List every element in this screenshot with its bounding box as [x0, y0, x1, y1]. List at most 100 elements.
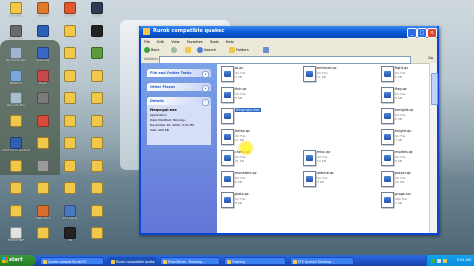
- desktop-icon-label: 3D: [94, 35, 100, 40]
- desktop-icon[interactable]: Firefox: [58, 2, 82, 22]
- desktop-icon[interactable]: [85, 92, 109, 112]
- chevron-up-icon[interactable]: ^: [202, 98, 209, 106]
- desktop-icon[interactable]: [85, 204, 109, 225]
- desktop-icon[interactable]: [31, 114, 55, 135]
- scroll-thumb[interactable]: [431, 73, 438, 105]
- file-item[interactable]: oldone.qc QC File 6 KB: [303, 170, 348, 190]
- forward-button[interactable]: [171, 46, 178, 54]
- desktop-icon[interactable]: shortcut to audacity.exe: [2, 137, 30, 157]
- tray-network-icon[interactable]: [431, 258, 435, 263]
- desktop-icon[interactable]: [85, 69, 109, 90]
- desktop-icon[interactable]: [31, 24, 55, 45]
- desktop-icon[interactable]: Audacity: [31, 47, 55, 67]
- file-item[interactable]: plats.qc QC File 8 KB: [221, 191, 266, 211]
- desktop-icon[interactable]: My Docs: [4, 2, 28, 22]
- desktop-icon[interactable]: [58, 159, 82, 180]
- desktop-icon[interactable]: [4, 182, 28, 202]
- file-item[interactable]: player.qc QC File 19 KB: [381, 170, 426, 190]
- file-item[interactable]: enforcer.qc QC File 11 KB: [303, 65, 348, 85]
- app-icon: [91, 159, 103, 172]
- tray-app-icon[interactable]: [443, 258, 447, 263]
- up-folder-button[interactable]: [185, 46, 192, 54]
- file-item[interactable]: misc.qc QC File 13 KB: [303, 149, 348, 169]
- menu-edit[interactable]: Edit: [154, 38, 167, 45]
- file-item[interactable]: flag.qc QC File 6 KB: [381, 86, 426, 106]
- taskbar-item-label: Rurok compatible quakec: [116, 259, 156, 264]
- section-header[interactable]: Details ^: [147, 97, 211, 106]
- desktop-icon[interactable]: [85, 137, 109, 157]
- start-button[interactable]: start: [0, 255, 36, 266]
- desktop-icon[interactable]: [85, 159, 109, 180]
- desktop-icon[interactable]: [58, 137, 82, 157]
- section-header[interactable]: Other Places v: [147, 83, 211, 92]
- desktop-icon[interactable]: [85, 47, 109, 67]
- menu-tools[interactable]: Tools: [207, 38, 222, 45]
- file-item[interactable]: monsters.qc QC File 6 KB: [221, 170, 266, 190]
- desktop-icon[interactable]: FROST.PNF: [4, 227, 28, 247]
- file-name: models.qc: [395, 150, 413, 154]
- desktop-icon[interactable]: [31, 137, 55, 157]
- views-button[interactable]: [263, 46, 270, 54]
- clock[interactable]: 9:34 AM: [457, 258, 471, 262]
- menu-help[interactable]: Help: [223, 38, 237, 45]
- desktop-icon[interactable]: [58, 47, 82, 67]
- maximize-button[interactable]: □: [417, 28, 427, 38]
- file-item[interactable]: fteqccgui.exe: [221, 107, 266, 127]
- desktop-icon[interactable]: [4, 204, 28, 225]
- taskbar-item[interactable]: Firox Beum - Ravamp...: [160, 256, 220, 265]
- desktop-icon[interactable]: My Computer: [4, 47, 28, 67]
- taskbar-item[interactable]: FTE Quake2 Develop...: [290, 256, 354, 265]
- file-item[interactable]: knight.qc QC File 7 KB: [381, 128, 426, 148]
- desktop-icon[interactable]: [58, 114, 82, 135]
- desktop-icon[interactable]: Half-Life 2: [31, 204, 55, 225]
- search-button[interactable]: Search: [197, 46, 216, 54]
- minimize-button[interactable]: _: [407, 28, 417, 38]
- desktop-icon[interactable]: Network: [4, 69, 28, 90]
- chevron-down-icon[interactable]: v: [202, 84, 209, 92]
- desktop-icon[interactable]: [85, 227, 109, 247]
- file-item[interactable]: models.qc QC File 8 KB: [381, 149, 426, 169]
- file-item[interactable]: fish.qc QC File 5 KB: [221, 86, 266, 106]
- desktop-icon[interactable]: [4, 159, 28, 180]
- file-item[interactable]: fight.qc QC File 5 KB: [381, 65, 426, 85]
- file-item[interactable]: hknight.qc QC File 9 KB: [381, 107, 426, 127]
- desktop-icon[interactable]: [58, 69, 82, 90]
- desktop-icon[interactable]: [58, 92, 82, 112]
- file-item[interactable]: ai.qc QC File 3 KB: [221, 65, 266, 85]
- vertical-scrollbar[interactable]: [429, 63, 438, 233]
- menu-favorites[interactable]: Favorites: [184, 38, 206, 45]
- taskbar-item[interactable]: Rurok compatible quakec: [108, 256, 156, 265]
- close-button[interactable]: ×: [427, 28, 437, 38]
- menu-view[interactable]: View: [168, 38, 182, 45]
- section-header[interactable]: File and Folder Tasks v: [147, 69, 211, 78]
- desktop-icon[interactable]: Paint: [31, 69, 55, 90]
- desktop-icon[interactable]: Hammer: [4, 24, 28, 45]
- go-button[interactable]: Go: [428, 56, 433, 60]
- desktop-icon[interactable]: 3D: [85, 24, 109, 45]
- menu-file[interactable]: File: [141, 38, 153, 45]
- back-button[interactable]: Back: [144, 46, 160, 54]
- app-icon: [37, 182, 49, 194]
- folders-button[interactable]: Folders: [229, 46, 249, 54]
- tray-volume-icon[interactable]: [437, 258, 441, 263]
- taskbar-item[interactable]: Quake compat Rurok PC: [40, 256, 104, 265]
- desktop-icon[interactable]: Steam: [85, 2, 109, 22]
- desktop-icon[interactable]: [31, 227, 55, 247]
- desktop-icon-label: Hammer: [9, 35, 23, 40]
- chevron-down-icon[interactable]: v: [202, 70, 209, 78]
- desktop-icon[interactable]: [85, 114, 109, 135]
- desktop-icon[interactable]: [4, 114, 28, 135]
- desktop-icon[interactable]: [31, 92, 55, 112]
- desktop-icon[interactable]: [58, 24, 82, 45]
- desktop-icon[interactable]: ac3 Lame: [58, 204, 82, 225]
- desktop-icon[interactable]: [31, 159, 55, 180]
- desktop-icon[interactable]: [31, 182, 55, 202]
- desktop-icon[interactable]: [85, 182, 109, 202]
- title-bar[interactable]: Rurok compatible quakec _ □ ×: [139, 26, 439, 38]
- desktop-icon[interactable]: Recycle Bin: [4, 92, 28, 112]
- desktop-icon[interactable]: Blender: [31, 2, 55, 22]
- taskbar-item[interactable]: Flashing: [224, 256, 286, 265]
- desktop-icon[interactable]: 3D: [58, 227, 82, 247]
- desktop-icon[interactable]: [58, 182, 82, 202]
- file-item[interactable]: progs.src SRC File 1 KB: [381, 191, 426, 211]
